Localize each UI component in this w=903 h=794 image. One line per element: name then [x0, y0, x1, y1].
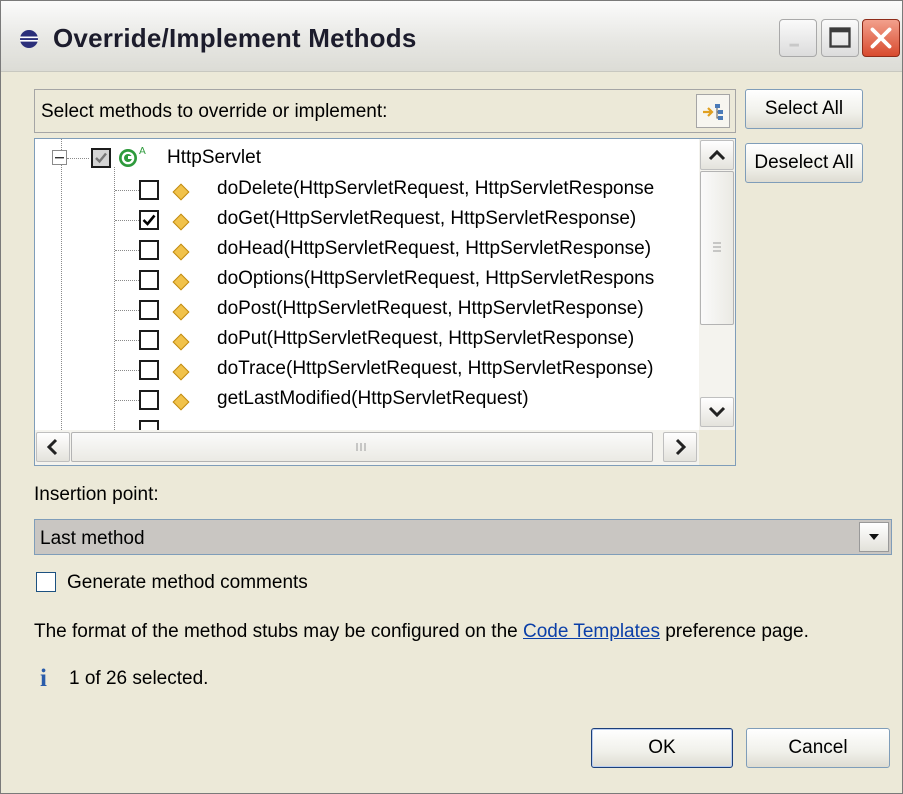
method-row[interactable]: doHead(HttpServletRequest, HttpServletRe… — [35, 235, 695, 265]
scroll-right-button[interactable] — [663, 432, 697, 462]
method-row[interactable]: doDelete(HttpServletRequest, HttpServlet… — [35, 175, 695, 205]
method-checkbox[interactable] — [139, 300, 159, 320]
method-checkbox[interactable] — [139, 270, 159, 290]
chevron-up-icon — [708, 149, 726, 161]
maximize-button[interactable] — [821, 19, 859, 57]
method-icon — [172, 393, 190, 411]
method-checkbox[interactable] — [139, 240, 159, 260]
dialog-window: Override/Implement Methods Select method… — [0, 0, 903, 794]
method-label: doTrace(HttpServletRequest, HttpServletR… — [217, 358, 654, 379]
method-checkbox[interactable] — [139, 330, 159, 350]
grip-icon — [713, 242, 721, 252]
collapse-icon[interactable] — [52, 150, 67, 165]
method-label: getLastModified(HttpServletRequest) — [217, 388, 529, 409]
insertion-point-value: Last method — [40, 528, 145, 549]
method-icon — [172, 333, 190, 351]
horizontal-scrollbar[interactable] — [35, 430, 699, 465]
method-label: doPost(HttpServletRequest, HttpServletRe… — [217, 298, 644, 319]
grip-icon — [356, 443, 366, 451]
title-bar[interactable]: Override/Implement Methods — [1, 1, 902, 72]
tree-root-row[interactable]: A HttpServlet — [35, 144, 695, 174]
class-icon: A — [119, 146, 146, 167]
method-icon — [172, 243, 190, 261]
generate-comments-label[interactable]: Generate method comments — [67, 572, 308, 594]
method-label: doPut(HttpServletRequest, HttpServletRes… — [217, 328, 635, 349]
scroll-corner — [699, 430, 735, 465]
dropdown-arrow-icon — [869, 534, 879, 540]
svg-text:A: A — [139, 146, 146, 157]
method-checkbox[interactable] — [139, 390, 159, 410]
tree-guide-line — [67, 158, 89, 159]
minimize-icon — [789, 43, 799, 47]
method-icon — [172, 273, 190, 291]
format-note-text: The format of the method stubs may be co… — [34, 621, 523, 642]
method-label: doDelete(HttpServletRequest, HttpServlet… — [217, 178, 655, 199]
ok-button[interactable]: OK — [591, 728, 733, 768]
chevron-down-icon — [708, 406, 726, 418]
method-checkbox[interactable] — [139, 180, 159, 200]
info-icon: i — [40, 665, 47, 692]
method-icon — [172, 363, 190, 381]
chevron-right-icon — [675, 438, 687, 456]
group-methods-button[interactable] — [696, 94, 730, 128]
close-icon — [870, 27, 892, 49]
vertical-scroll-thumb[interactable] — [700, 171, 734, 325]
window-title: Override/Implement Methods — [53, 23, 417, 53]
selection-status: 1 of 26 selected. — [69, 668, 209, 689]
methods-tree[interactable]: A HttpServlet doDelete(HttpServletReques… — [34, 138, 736, 466]
scroll-up-button[interactable] — [700, 140, 734, 170]
method-icon — [172, 213, 190, 231]
checkmark-icon — [142, 214, 156, 226]
scroll-down-button[interactable] — [700, 397, 734, 427]
method-row[interactable]: doPost(HttpServletRequest, HttpServletRe… — [35, 295, 695, 325]
vertical-scrollbar[interactable] — [699, 139, 735, 430]
generate-comments-checkbox[interactable] — [36, 572, 56, 592]
method-row[interactable]: doPut(HttpServletRequest, HttpServletRes… — [35, 325, 695, 355]
method-checkbox[interactable] — [139, 210, 159, 230]
insertion-point-label: Insertion point: — [34, 484, 159, 505]
format-note-text-end: preference page. — [659, 621, 809, 642]
methods-header-label: Select methods to override or implement: — [41, 101, 388, 122]
select-all-button[interactable]: Select All — [745, 89, 863, 129]
horizontal-scroll-thumb[interactable] — [71, 432, 653, 462]
tree-layout-icon — [703, 104, 723, 120]
dropdown-button[interactable] — [859, 522, 889, 552]
code-templates-link[interactable]: Code Templates — [523, 621, 660, 642]
method-row[interactable]: getLastModified(HttpServletRequest) — [35, 385, 695, 415]
method-label: doGet(HttpServletRequest, HttpServletRes… — [217, 208, 637, 229]
root-checkbox[interactable] — [91, 148, 111, 168]
format-note: The format of the method stubs may be co… — [34, 621, 809, 643]
method-icon — [172, 303, 190, 321]
method-label: doOptions(HttpServletRequest, HttpServle… — [217, 268, 655, 289]
maximize-icon — [829, 27, 851, 48]
method-label: doHead(HttpServletRequest, HttpServletRe… — [217, 238, 652, 259]
method-checkbox[interactable] — [139, 360, 159, 380]
insertion-point-select[interactable]: Last method — [34, 519, 892, 555]
methods-header: Select methods to override or implement: — [34, 89, 736, 133]
close-button[interactable] — [862, 19, 900, 57]
eclipse-icon — [20, 30, 38, 48]
cancel-button[interactable]: Cancel — [746, 728, 890, 768]
method-icon — [172, 183, 190, 201]
tree-root-label: HttpServlet — [167, 147, 261, 168]
method-row[interactable]: doGet(HttpServletRequest, HttpServletRes… — [35, 205, 695, 235]
chevron-left-icon — [46, 438, 58, 456]
method-row[interactable]: doOptions(HttpServletRequest, HttpServle… — [35, 265, 695, 295]
scroll-left-button[interactable] — [36, 432, 70, 462]
deselect-all-button[interactable]: Deselect All — [745, 143, 863, 183]
method-row[interactable]: doTrace(HttpServletRequest, HttpServletR… — [35, 355, 695, 385]
minimize-button[interactable] — [779, 19, 817, 57]
